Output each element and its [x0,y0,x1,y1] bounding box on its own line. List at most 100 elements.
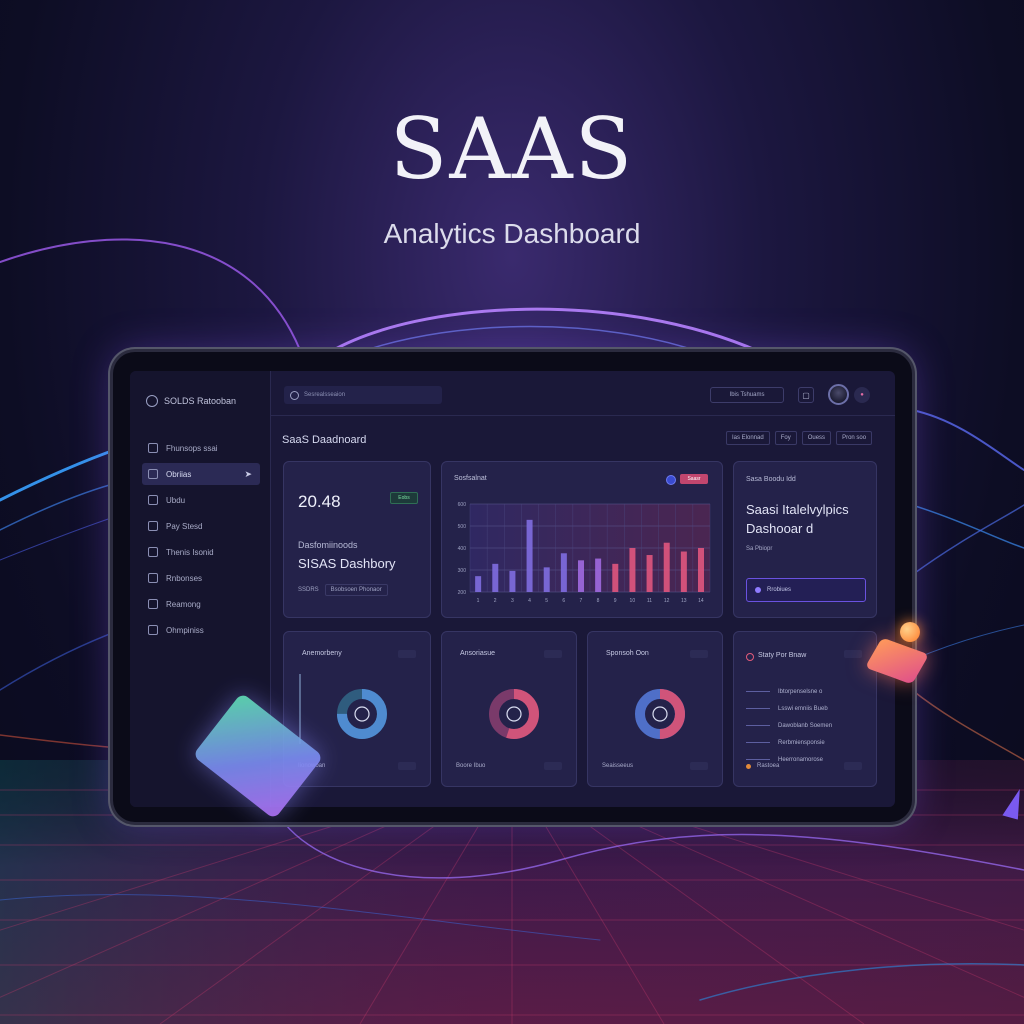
document-icon [148,573,158,583]
donut-footer: Seaisseeus [602,763,634,769]
kpi-label: Dasfomiinoods [298,540,358,550]
filter-chips: Ias Elonnad Foy Ouess Pron soo [726,431,873,445]
sidebar-item-1[interactable]: Fhunsops ssai [142,437,260,459]
activity-footer[interactable]: Rastoea [746,763,779,769]
bar [526,519,533,592]
bar [646,555,653,592]
promo-button[interactable]: Rrobiues [746,578,866,602]
kpi-card[interactable]: 20.48 Eobs Dasfomiinoods SISAS Dashbory … [283,461,431,618]
filter-chip[interactable]: Foy [774,431,797,445]
x-tick-label: 7 [580,598,583,604]
avatar-icon[interactable] [828,384,849,405]
sidebar-item-label: Pay Stesd [166,521,203,531]
arrow-icon: ➤ [244,468,252,479]
kpi-badge: Eobs [390,492,418,504]
topbar: Sesrealsseaion Ibis Tshuams ▢ ● [270,371,895,416]
y-tick-label: 600 [458,502,467,508]
layers-icon [148,599,158,609]
x-tick-label: 10 [630,598,636,604]
sidebar-nav: Fhunsops ssai Obriias ➤ Ubdu Pay Stesd T… [142,437,260,645]
bullet-line [746,708,770,709]
bullet-line [746,725,770,726]
bar [612,563,619,592]
x-tick-label: 4 [528,598,531,604]
kpi-foot-tag[interactable]: Bsobsoen Phonaor [324,584,388,596]
sidebar-item-label: Thenis Isonid [166,547,214,557]
filter-chip[interactable]: Ias Elonnad [726,431,770,445]
donut-card-3[interactable]: Sponsoh Oon Seaisseeus [587,631,723,787]
hero-title: SAAS [389,100,635,198]
bar [509,570,516,592]
sidebar-item-5[interactable]: Thenis Isonid [142,541,260,563]
grid-icon [148,469,158,479]
donut-card-2[interactable]: Ansoriasue Boore Ibuo [441,631,577,787]
settings-icon [148,625,158,635]
sidebar-item-7[interactable]: Reamong [142,593,260,615]
x-tick-label: 11 [647,598,652,604]
donut-foot-badge [398,762,416,770]
donut-footer: Boore Ibuo [456,763,486,769]
x-tick-label: 3 [511,598,514,604]
list-item[interactable]: Lsswi emniis Bueb [746,700,864,717]
list-item[interactable]: Ibtorpenselsne o [746,683,864,700]
donut-foot-badge [690,762,708,770]
donut-foot-badge [544,762,562,770]
activity-foot-label: Rastoea [757,763,780,769]
bar-chart: 6005004003002001 2 3 4 5 6 7 8 9 10 11 12 13 14 [458,502,711,604]
list-item[interactable]: Dawoblanb Soemen [746,717,864,734]
kpi-footer: SSDRS Bsobsoen Phonaor [298,584,388,596]
date-range-picker[interactable]: Ibis Tshuams [710,387,784,403]
sidebar-item-4[interactable]: Pay Stesd [142,515,260,537]
filter-chip[interactable]: Pron soo [836,431,873,445]
folder-icon [148,495,158,505]
activity-list: Ibtorpenselsne o Lsswi emniis Bueb Dawob… [746,683,864,768]
x-tick-label: 8 [597,598,600,604]
bar [560,553,567,592]
activity-badge [844,650,862,658]
kpi-value: 20.48 [298,492,341,511]
x-tick-label: 6 [562,598,565,604]
promo-button-label: Rrobiues [767,587,792,593]
filter-chip[interactable]: Ouess [801,431,832,445]
bar [543,567,550,592]
list-item-label: Heerronamorose [778,756,824,763]
sidebar-item-3[interactable]: Ubdu [142,489,260,511]
x-tick-label: 1 [477,598,480,604]
x-tick-label: 12 [664,598,670,604]
bar [578,560,584,592]
sidebar-item-8[interactable]: Ohmpiniss [142,619,260,641]
bar [629,548,636,592]
bar [680,551,687,592]
promo-title: Saasi Italelvylpics Dashooar d [746,502,849,536]
x-tick-label: 14 [698,598,704,604]
page-title: SaaS Daadnoard [282,434,367,446]
promo-header: Sasa Boodu Idd [746,476,796,483]
card-icon [148,521,158,531]
sidebar-item-label: Ubdu [166,495,186,505]
x-tick-label: 2 [494,598,497,604]
bar [663,542,670,592]
bullet-line [746,691,770,692]
list-item-label: Ibtorpenselsne o [778,688,823,695]
list-item-label: Rerbmiensponsie [778,739,825,746]
x-tick-label: 5 [545,598,548,604]
sidebar-item-label: Ohmpiniss [166,625,204,635]
bell-icon[interactable]: ▢ [798,387,814,403]
chart-card: Sosfsalnat Saasr 600 500 400 300 200 1 2 3 4 5 6 7 8… [441,461,723,618]
logo-icon [146,395,158,407]
y-tick-label: 500 [458,524,467,530]
list-item[interactable]: Rerbmiensponsie [746,734,864,751]
sidebar-item-6[interactable]: Rnbonses [142,567,260,589]
search-input[interactable]: Sesrealsseaion [284,386,442,404]
clock-icon [148,547,158,557]
kpi-foot-label: SSDRS [298,587,319,593]
sidebar-item-label: Obriias [166,469,192,479]
brand[interactable]: SOLDS Ratooban [146,395,236,407]
bar [595,558,602,592]
alert-icon [746,653,754,661]
activity-foot-badge [844,762,862,770]
sidebar-item-2[interactable]: Obriias ➤ [142,463,260,485]
menu-icon[interactable]: ● [854,387,870,403]
bullet-line [746,759,770,760]
activity-title: Staty Por Bnaw [758,652,807,659]
